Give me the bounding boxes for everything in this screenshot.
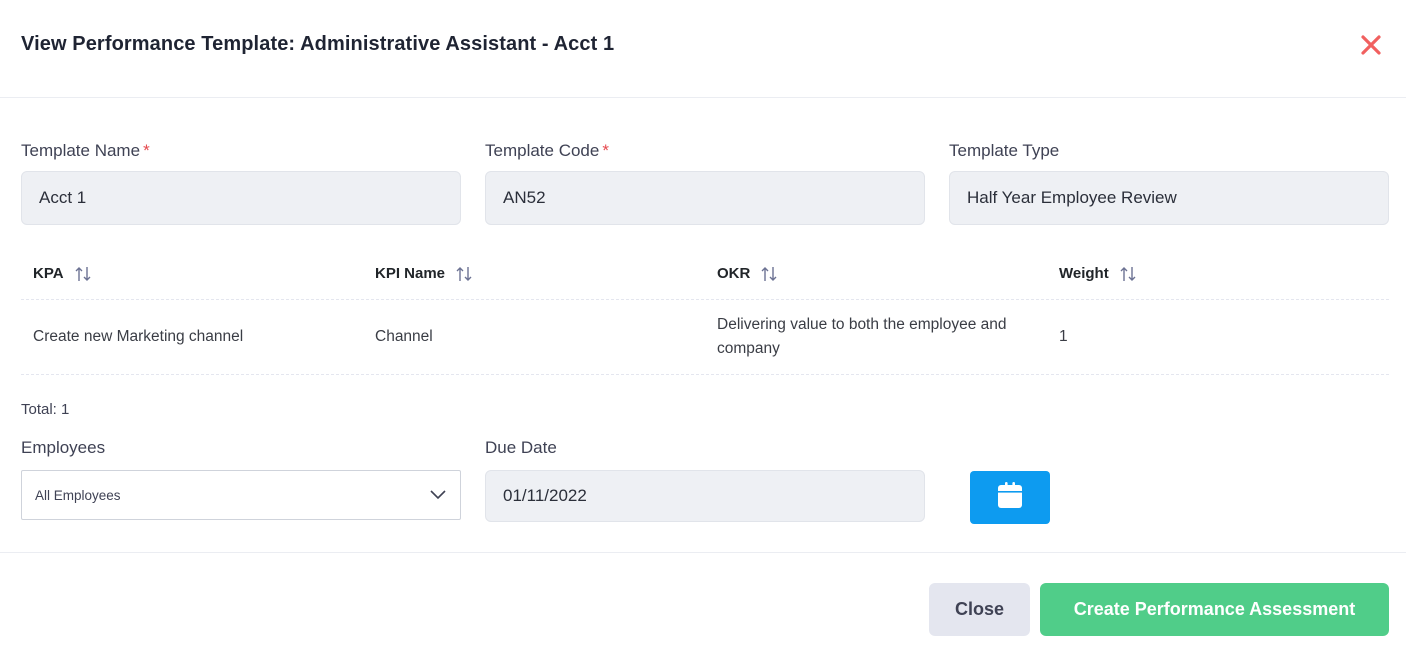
due-date-field: Due Date 01/11/2022: [485, 438, 925, 522]
template-type-label: Template Type: [949, 141, 1060, 160]
cell-weight: 1: [1059, 328, 1068, 345]
modal-title: View Performance Template: Administrativ…: [21, 33, 615, 55]
performance-template-modal: View Performance Template: Administrativ…: [0, 0, 1406, 661]
template-code-label: Template Code *: [485, 141, 609, 160]
employees-field: Employees All Employees: [21, 438, 461, 520]
column-header-kpi-name[interactable]: KPI Name: [363, 265, 705, 283]
employees-select[interactable]: All Employees: [21, 470, 461, 520]
employees-selected-value: All Employees: [35, 487, 121, 503]
kpa-table: KPA KPI Name OKR Weight Create new Marke…: [21, 248, 1389, 375]
sort-icon[interactable]: [1119, 265, 1137, 283]
cell-kpa: Create new Marketing channel: [33, 328, 244, 345]
due-date-input[interactable]: 01/11/2022: [485, 470, 925, 522]
modal-header: View Performance Template: Administrativ…: [0, 0, 1406, 98]
required-mark: *: [143, 141, 150, 160]
template-name-input[interactable]: Acct 1: [21, 171, 461, 225]
template-code-input[interactable]: AN52: [485, 171, 925, 225]
column-header-okr[interactable]: OKR: [705, 265, 1047, 283]
create-assessment-button[interactable]: Create Performance Assessment: [1040, 583, 1389, 636]
table-header: KPA KPI Name OKR Weight: [21, 248, 1389, 300]
modal-footer: Close Create Performance Assessment: [0, 552, 1406, 661]
close-icon[interactable]: [1358, 32, 1384, 58]
template-code-field: Template Code * AN52: [485, 141, 925, 225]
table-row: Create new Marketing channel Channel Del…: [21, 300, 1389, 375]
template-type-input[interactable]: Half Year Employee Review: [949, 171, 1389, 225]
template-type-field: Template Type Half Year Employee Review: [949, 141, 1389, 225]
employees-label: Employees: [21, 438, 106, 457]
sort-icon[interactable]: [74, 265, 92, 283]
column-header-kpa[interactable]: KPA: [21, 265, 363, 283]
due-date-label: Due Date: [485, 438, 557, 457]
close-button[interactable]: Close: [929, 583, 1030, 636]
calendar-button[interactable]: [970, 471, 1050, 524]
cell-kpi-name: Channel: [375, 328, 433, 345]
column-header-weight[interactable]: Weight: [1047, 265, 1389, 283]
cell-okr: Delivering value to both the employee an…: [717, 316, 1007, 357]
required-mark: *: [602, 141, 609, 160]
sort-icon[interactable]: [455, 265, 473, 283]
template-name-label: Template Name *: [21, 141, 150, 160]
chevron-down-icon: [429, 488, 447, 503]
template-name-field: Template Name * Acct 1: [21, 141, 461, 225]
sort-icon[interactable]: [760, 265, 778, 283]
calendar-icon: [997, 481, 1023, 514]
table-total: Total: 1: [21, 401, 70, 418]
